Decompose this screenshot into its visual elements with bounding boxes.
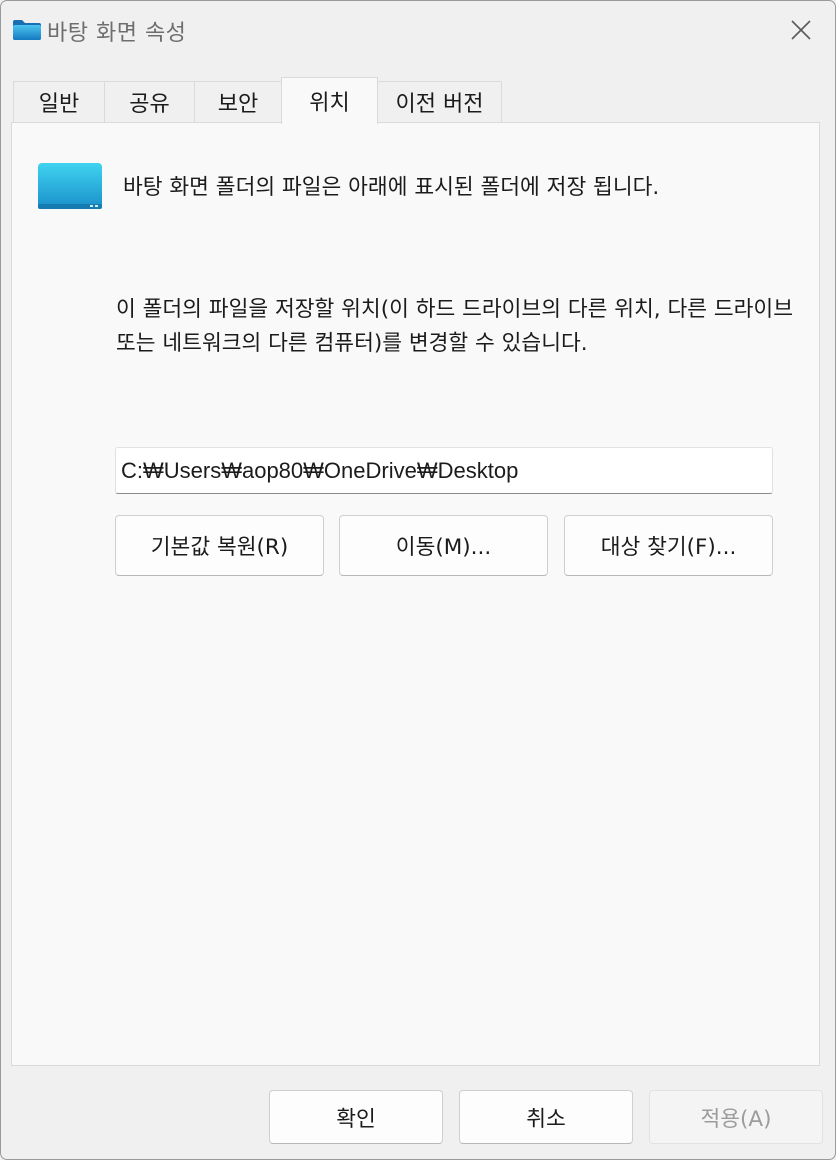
location-description: 바탕 화면 폴더의 파일은 아래에 표시된 폴더에 저장 됩니다. (123, 175, 660, 200)
move-button[interactable]: 이동(M)... (339, 515, 548, 576)
tab-strip: 일반 공유 보안 위치 이전 버전 (13, 77, 823, 124)
folder-path-input[interactable] (115, 447, 773, 494)
tab-sharing[interactable]: 공유 (104, 81, 195, 122)
restore-default-button[interactable]: 기본값 복원(R) (115, 515, 324, 576)
folder-icon (12, 19, 42, 41)
find-target-button[interactable]: 대상 찾기(F)... (564, 515, 773, 576)
ok-button[interactable]: 확인 (269, 1090, 443, 1144)
cancel-button[interactable]: 취소 (459, 1090, 633, 1144)
tab-previous-versions[interactable]: 이전 버전 (377, 81, 502, 122)
close-icon (790, 19, 812, 45)
properties-dialog: 바탕 화면 속성 일반 공유 보안 위치 이전 버전 바탕 화면 폴더의 파일은… (0, 0, 836, 1160)
location-instruction: 이 폴더의 파일을 저장할 위치(이 하드 드라이브의 다른 위치, 다른 드라… (116, 297, 793, 356)
close-button[interactable] (771, 9, 831, 55)
location-panel: 바탕 화면 폴더의 파일은 아래에 표시된 폴더에 저장 됩니다. 이 폴더의 … (11, 122, 820, 1066)
title-bar: 바탕 화면 속성 (1, 1, 835, 63)
desktop-folder-icon (37, 161, 103, 211)
tab-location[interactable]: 위치 (281, 77, 378, 124)
tab-security[interactable]: 보안 (194, 81, 282, 122)
apply-button[interactable]: 적용(A) (649, 1090, 823, 1144)
tab-general[interactable]: 일반 (13, 81, 105, 122)
window-title: 바탕 화면 속성 (47, 21, 187, 46)
